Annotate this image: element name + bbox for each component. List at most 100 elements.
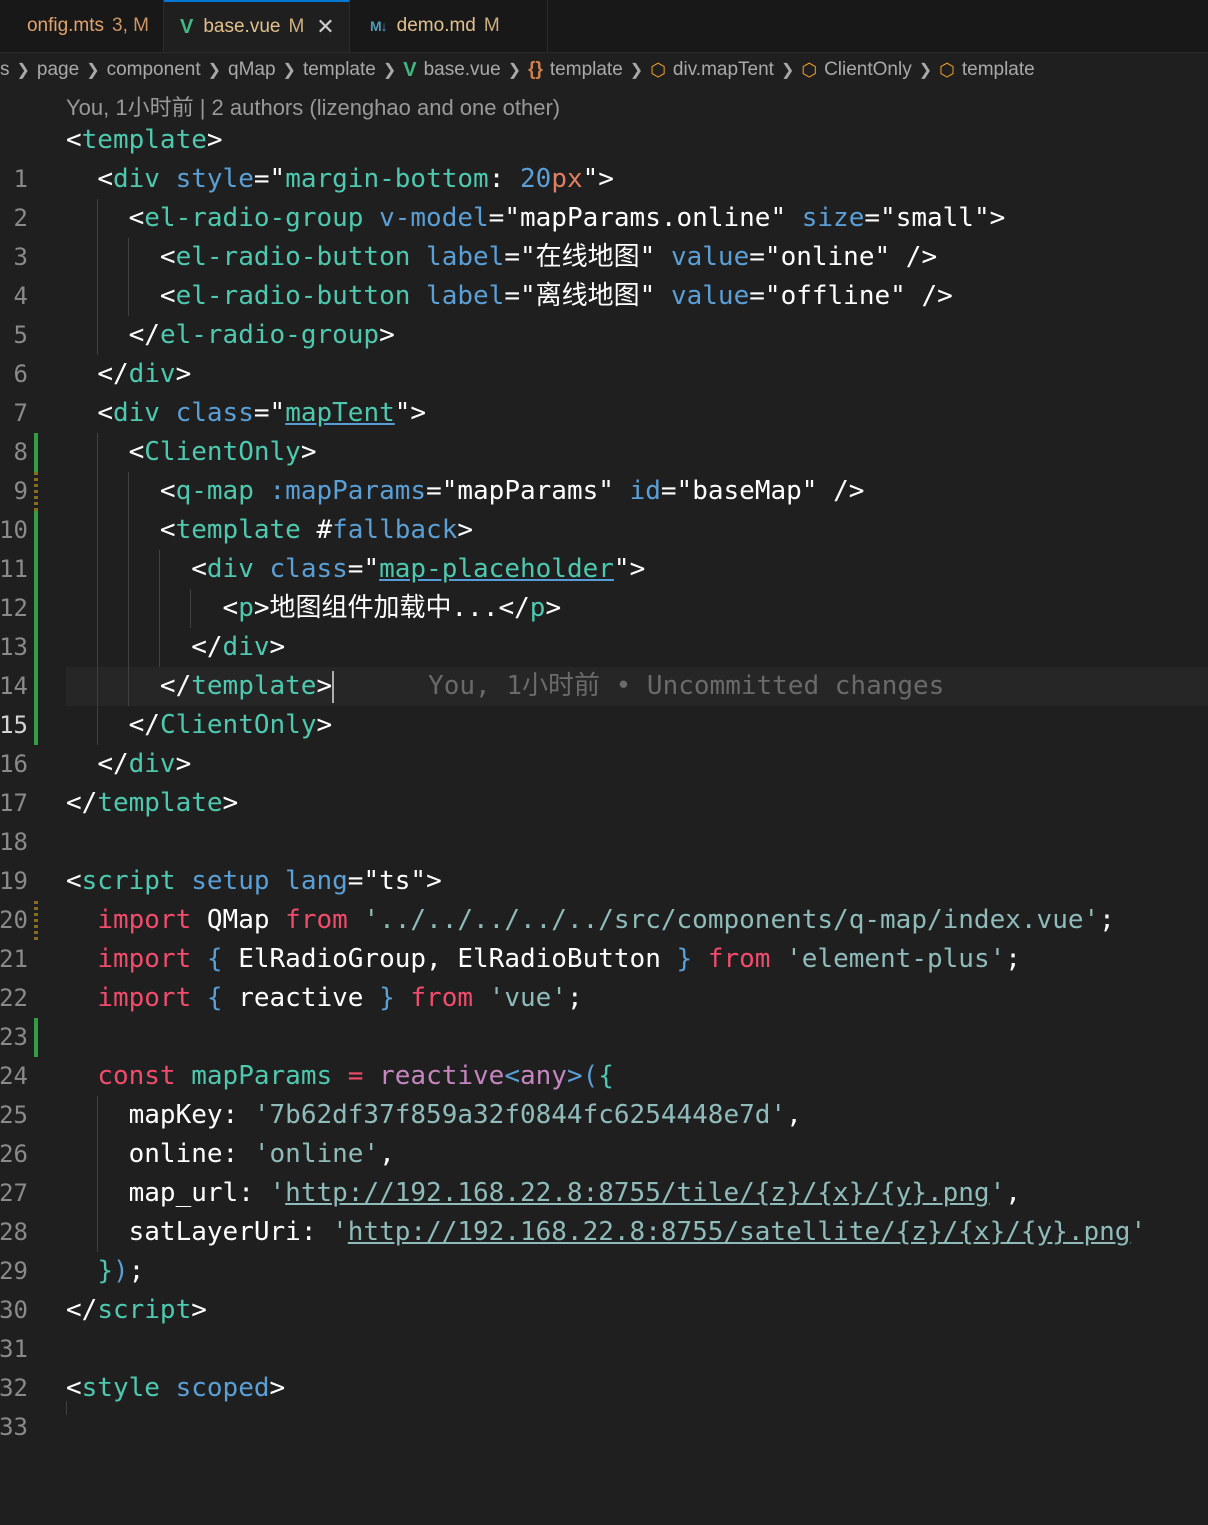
breadcrumb-item[interactable]: div.mapTent xyxy=(673,59,774,81)
code-line: 6 </el-radio-group> xyxy=(0,316,1208,388)
code-token: mapParams.online xyxy=(519,203,771,233)
git-added-marker[interactable] xyxy=(34,628,38,667)
url-link[interactable]: http://192.168.22.8:8755/satellite/{z}/{… xyxy=(348,1217,1131,1247)
breadcrumb-item[interactable]: base.vue xyxy=(424,59,501,81)
code-line: 22 import { ElRadioGroup, ElRadioButton … xyxy=(0,940,1208,1012)
breadcrumb-item[interactable]: component xyxy=(107,59,201,81)
code-line: 5 <el-radio-button label="离线地图" value="o… xyxy=(0,277,1208,349)
code-line: 27 online: 'online', xyxy=(0,1135,1208,1207)
cube-icon: ⬡ xyxy=(939,59,955,80)
tab-config-mts[interactable]: onfig.mts 3, M xyxy=(0,0,164,52)
tab-demo-md[interactable]: M↓ demo.md M xyxy=(350,0,548,52)
chevron-right-icon: ❯ xyxy=(86,62,100,79)
code-line: 31 </script> xyxy=(0,1291,1208,1363)
code-token: 地图组件加载中... xyxy=(269,593,499,623)
breadcrumb-item[interactable]: qMap xyxy=(228,59,276,81)
code-token: 离线地图 xyxy=(535,281,640,311)
chevron-right-icon: ❯ xyxy=(780,62,795,79)
code-token: 在线地图 xyxy=(535,242,640,272)
tab-label: demo.md xyxy=(396,15,476,36)
code-line: 24 xyxy=(0,1018,1208,1090)
code-token: 'element-plus' xyxy=(786,944,1006,974)
git-blame-codelens[interactable]: You, 1小时前 | 2 authors (lizenghao and one… xyxy=(66,89,560,123)
git-added-marker[interactable] xyxy=(34,589,38,628)
code-line: 8 <div class="mapTent"> xyxy=(0,394,1208,466)
code-line: 25 const mapParams = reactive<any>({ xyxy=(0,1057,1208,1129)
code-line: 23 import { reactive } from 'vue'; xyxy=(0,979,1208,1051)
git-added-marker[interactable] xyxy=(34,511,38,550)
code-token: small xyxy=(895,203,974,233)
code-line: 12 <div class="map-placeholder"> xyxy=(0,550,1208,622)
git-added-marker[interactable] xyxy=(34,706,38,745)
code-line: 3 <el-radio-group v-model="mapParams.onl… xyxy=(0,199,1208,271)
breadcrumb-item[interactable]: s xyxy=(0,59,10,81)
code-token: '../../../../../src/components/q-map/ind… xyxy=(363,905,1100,935)
code-line: 10 <q-map :mapParams="mapParams" id="bas… xyxy=(0,472,1208,544)
line-number: 33 xyxy=(0,1413,28,1441)
url-link[interactable]: http://192.168.22.8:8755/tile/{z}/{x}/{y… xyxy=(285,1178,989,1208)
code-line: 26 mapKey: '7b62df37f859a32f0844fc625444… xyxy=(0,1096,1208,1168)
git-added-marker[interactable] xyxy=(34,550,38,589)
breadcrumb-item[interactable]: page xyxy=(37,59,79,81)
code-line: 17 </div> xyxy=(0,745,1208,817)
code-line: 9 <ClientOnly> xyxy=(0,433,1208,505)
code-line: 19 xyxy=(0,823,1208,895)
chevron-right-icon: ❯ xyxy=(629,62,644,79)
breadcrumb-item[interactable]: template xyxy=(550,59,623,81)
code-token: map-placeholder xyxy=(379,554,614,584)
cube-icon: ⬡ xyxy=(650,59,666,80)
code-line: 11 <template #fallback> xyxy=(0,511,1208,583)
chevron-right-icon: ❯ xyxy=(918,62,933,79)
breadcrumb-item[interactable]: ClientOnly xyxy=(824,59,912,81)
code-line: 30 }); xyxy=(0,1252,1208,1324)
git-modified-marker[interactable] xyxy=(34,472,38,511)
git-modified-marker[interactable] xyxy=(34,901,38,940)
code-line: 16 </ClientOnly> xyxy=(0,706,1208,778)
code-token: online xyxy=(780,242,875,272)
tab-label: base.vue xyxy=(203,16,281,37)
text-cursor xyxy=(332,670,335,703)
code-token: ts xyxy=(379,866,411,896)
vue-file-icon: V xyxy=(403,58,417,81)
vue-file-icon: V xyxy=(180,15,194,38)
code-line: 29 satLayerUri: 'http://192.168.22.8:875… xyxy=(0,1213,1208,1285)
code-token: baseMap xyxy=(692,476,802,506)
editor-tab-bar: onfig.mts 3, M V base.vue M ✕ M↓ demo.md… xyxy=(0,0,1208,53)
chevron-right-icon: ❯ xyxy=(16,62,30,79)
tab-status: 3, M xyxy=(112,15,149,36)
git-added-marker[interactable] xyxy=(34,1018,38,1057)
code-token: '7b62df37f859a32f0844fc6254448e7d' xyxy=(253,1100,787,1130)
cube-icon: ⬡ xyxy=(801,59,818,80)
code-token: mapParams xyxy=(457,476,599,506)
code-token: offline xyxy=(780,281,891,311)
code-line: 7 </div> xyxy=(0,355,1208,427)
breadcrumb-item[interactable]: template xyxy=(962,59,1035,81)
code-line: 14 </div> xyxy=(0,628,1208,700)
chevron-right-icon: ❯ xyxy=(507,62,522,79)
chevron-right-icon: ❯ xyxy=(282,62,296,79)
breadcrumb-item[interactable]: template xyxy=(303,59,376,81)
code-line: 33 <style scoped> xyxy=(0,1369,1208,1441)
code-line: 21 import QMap from '../../../../../src/… xyxy=(0,901,1208,973)
code-token: 'vue' xyxy=(488,983,567,1013)
git-added-marker[interactable] xyxy=(34,667,38,706)
code-line: 13 <p>地图组件加载中...</p> xyxy=(0,589,1208,661)
chevron-right-icon: ❯ xyxy=(207,62,222,79)
code-line: 2 <div style="margin-bottom: 20px"> xyxy=(0,160,1208,232)
inline-blame[interactable]: You, 1小时前 • Uncommitted changes xyxy=(428,671,944,701)
code-line: 18 </template> xyxy=(0,784,1208,856)
tab-status: M xyxy=(288,16,305,37)
code-line-current: 15 </template> You, 1小时前 • Uncommitted c… xyxy=(0,667,1208,739)
close-icon[interactable]: ✕ xyxy=(316,14,334,40)
code-line: 28 map_url: 'http://192.168.22.8:8755/ti… xyxy=(0,1174,1208,1246)
code-line: 1 <template> xyxy=(0,121,1208,193)
breadcrumb: s ❯ page ❯ component ❯ qMap ❯ template ❯… xyxy=(0,53,1208,87)
tab-base-vue[interactable]: V base.vue M ✕ xyxy=(164,0,350,52)
chevron-right-icon: ❯ xyxy=(382,62,397,79)
code-line: 32 xyxy=(0,1330,1208,1402)
code-token: mapTent xyxy=(285,398,395,428)
git-added-marker[interactable] xyxy=(34,433,38,472)
braces-icon: {} xyxy=(528,59,543,80)
code-token: 'online' xyxy=(253,1139,380,1169)
markdown-file-icon: M↓ xyxy=(370,18,388,34)
